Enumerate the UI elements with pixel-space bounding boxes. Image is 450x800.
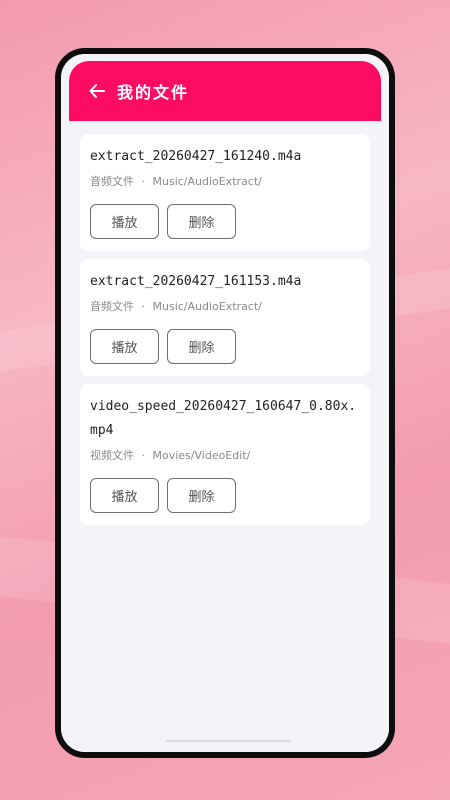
file-actions: 播放 删除: [90, 329, 360, 364]
phone-frame: 我的文件 extract_20260427_161240.m4a 音频文件 · …: [55, 48, 395, 758]
delete-button[interactable]: 删除: [167, 329, 236, 364]
home-indicator[interactable]: [166, 740, 291, 742]
file-type: 音频文件: [90, 175, 134, 188]
page-title: 我的文件: [117, 83, 190, 102]
file-path: Music/AudioExtract/: [152, 300, 262, 313]
file-meta: 音频文件 · Music/AudioExtract/: [90, 299, 360, 315]
file-path: Music/AudioExtract/: [152, 175, 262, 188]
play-button[interactable]: 播放: [90, 478, 159, 513]
file-card: extract_20260427_161240.m4a 音频文件 · Music…: [80, 134, 370, 251]
arrow-left-icon[interactable]: [77, 61, 117, 121]
file-card: video_speed_20260427_160647_0.80x.mp4 视频…: [80, 384, 370, 525]
file-actions: 播放 删除: [90, 204, 360, 239]
file-actions: 播放 删除: [90, 478, 360, 513]
file-name: video_speed_20260427_160647_0.80x.mp4: [90, 399, 357, 438]
file-type: 音频文件: [90, 300, 134, 313]
play-button[interactable]: 播放: [90, 204, 159, 239]
file-card: extract_20260427_161153.m4a 音频文件 · Music…: [80, 259, 370, 376]
file-type: 视频文件: [90, 449, 134, 462]
app-header: 我的文件: [69, 61, 381, 121]
play-button[interactable]: 播放: [90, 329, 159, 364]
meta-separator: ·: [141, 449, 146, 462]
file-name: extract_20260427_161153.m4a: [90, 274, 302, 289]
file-list: extract_20260427_161240.m4a 音频文件 · Music…: [80, 134, 370, 533]
delete-button[interactable]: 删除: [167, 478, 236, 513]
delete-button[interactable]: 删除: [167, 204, 236, 239]
file-name: extract_20260427_161240.m4a: [90, 149, 302, 164]
meta-separator: ·: [141, 175, 146, 188]
file-meta: 视频文件 · Movies/VideoEdit/: [90, 448, 360, 464]
file-meta: 音频文件 · Music/AudioExtract/: [90, 174, 360, 190]
meta-separator: ·: [141, 300, 146, 313]
file-path: Movies/VideoEdit/: [152, 449, 251, 462]
app-screen: 我的文件 extract_20260427_161240.m4a 音频文件 · …: [61, 54, 389, 752]
